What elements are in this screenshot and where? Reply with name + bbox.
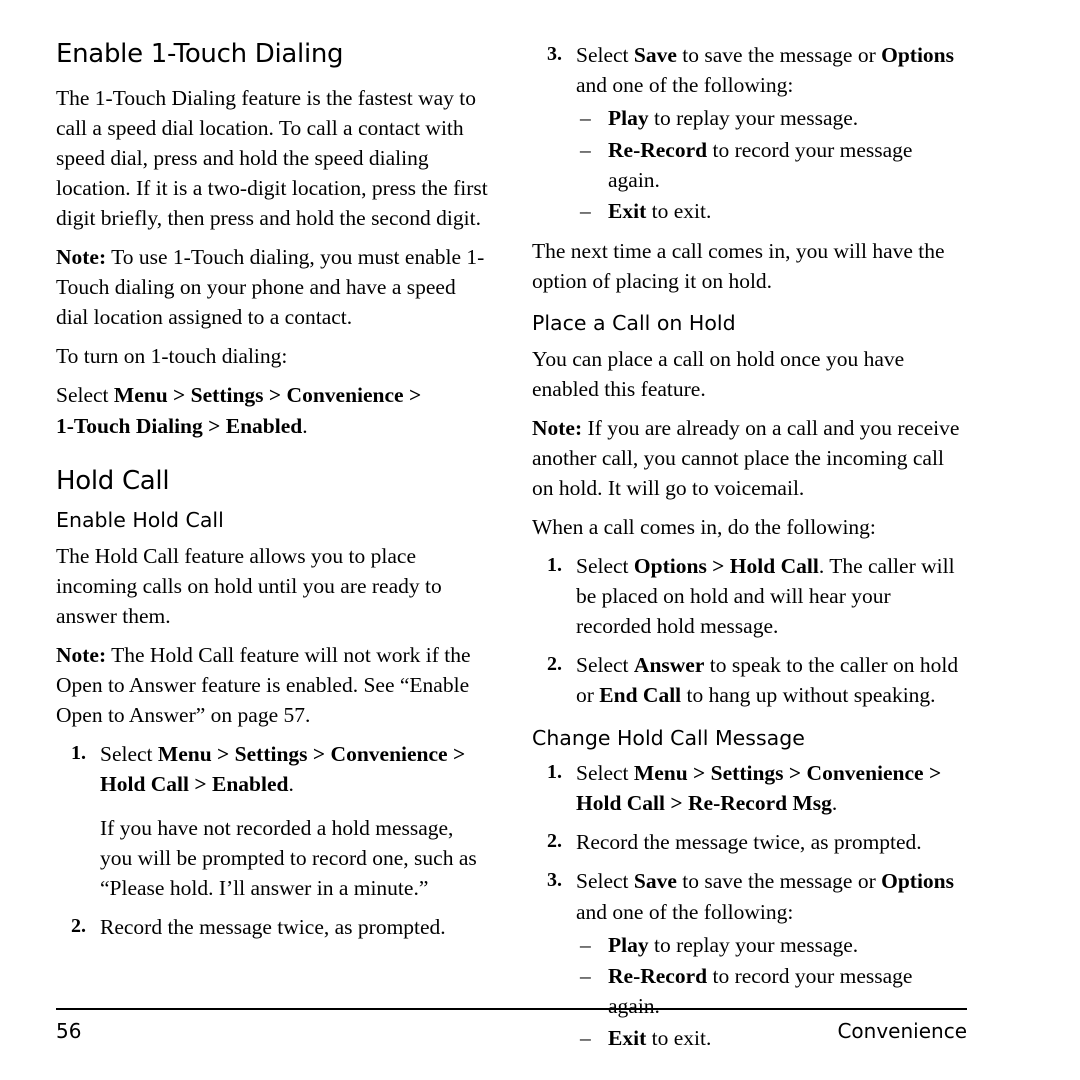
menu-path-period: . bbox=[302, 413, 308, 438]
document-page: Enable 1-Touch Dialing The 1-Touch Diali… bbox=[0, 0, 1080, 1080]
exit-text: to exit. bbox=[646, 199, 712, 224]
step-end-text-3: and one of the following: bbox=[576, 73, 794, 98]
left-column: Enable 1-Touch Dialing The 1-Touch Diali… bbox=[56, 40, 491, 951]
steps-place-call-on-hold: 1. Select Options > Hold Call. The calle… bbox=[532, 551, 967, 710]
step-number: 1. bbox=[71, 742, 86, 765]
paragraph-hold-note: Note: The Hold Call feature will not wor… bbox=[56, 640, 491, 730]
rerecord-label-2: Re-Record bbox=[608, 964, 708, 989]
paragraph-place-call: You can place a call on hold once you ha… bbox=[532, 346, 905, 401]
heading-place-call-on-hold: Place a Call on Hold bbox=[532, 311, 736, 335]
step-mid-c3: to save the message or bbox=[676, 869, 882, 894]
step-number-c2: 2. bbox=[547, 830, 562, 853]
step-mid-text-3: to save the message or bbox=[676, 43, 882, 67]
play-text: to replay your message. bbox=[648, 106, 859, 131]
step-number-r1: 1. bbox=[547, 554, 562, 577]
step-select-word: Select bbox=[100, 742, 158, 767]
note-label: Note: bbox=[56, 245, 107, 270]
end-call-option: End Call bbox=[599, 683, 682, 708]
footer-divider bbox=[56, 1008, 967, 1010]
paragraph-1touch-intro: The 1-Touch Dialing feature is the faste… bbox=[56, 85, 488, 230]
heading-change-hold-call-message: Change Hold Call Message bbox=[532, 725, 805, 750]
save-option: Save bbox=[633, 43, 677, 67]
menu-path-c1-period: . bbox=[831, 791, 838, 816]
exit-label: Exit bbox=[608, 199, 647, 224]
step-number-3: 3. bbox=[547, 43, 562, 65]
step-item-c1: 1. Select Menu > Settings > Convenience … bbox=[532, 758, 967, 818]
steps-enable-hold-call: 1. Select Menu > Settings > Convenience … bbox=[56, 739, 491, 799]
paragraph-place-note: Note: If you are already on a call and y… bbox=[532, 413, 967, 503]
note-text: To use 1-Touch dialing, you must enable … bbox=[56, 245, 485, 330]
step-select-word-r2: Select bbox=[576, 653, 634, 678]
step-end-r2: to hang up without speaking. bbox=[681, 683, 936, 708]
right-column: 3. Select Save to save the message or Op… bbox=[532, 40, 967, 1062]
step-select-word-r1: Select bbox=[576, 554, 634, 579]
options-option: Options bbox=[881, 43, 954, 67]
footer-section-title: Convenience bbox=[837, 1019, 967, 1043]
save-option-2: Save bbox=[633, 869, 677, 894]
dash-marker: – bbox=[580, 106, 591, 131]
play-label-2: Play bbox=[608, 932, 649, 957]
note-text-2: The Hold Call feature will not work if t… bbox=[56, 643, 471, 728]
menu-path-c1-line1: Menu > Settings > Convenience > bbox=[633, 761, 942, 786]
sub-option-play-2: – Play to replay your message. bbox=[576, 931, 967, 961]
menu-path-line1: Menu > Settings > Convenience > bbox=[113, 383, 422, 408]
menu-path-line2: 1-Touch Dialing > Enabled bbox=[56, 413, 303, 438]
page-number: 56 bbox=[56, 1019, 82, 1043]
dash-marker-6: – bbox=[580, 1025, 591, 1050]
step-text-c2: Record the message twice, as prompted. bbox=[576, 830, 922, 855]
step-number-2: 2. bbox=[71, 914, 86, 937]
step-item-2: 2. Record the message twice, as prompted… bbox=[56, 912, 491, 942]
step-menu-path-line1: Menu > Settings > Convenience > bbox=[157, 742, 466, 767]
heading-hold-call: Hold Call bbox=[56, 465, 170, 496]
step-item-r1: 1. Select Options > Hold Call. The calle… bbox=[532, 551, 967, 641]
dash-marker-5: – bbox=[580, 964, 591, 989]
sub-option-play: – Play to replay your message. bbox=[576, 104, 967, 134]
sub-option-exit: – Exit to exit. bbox=[576, 197, 967, 227]
dash-marker-3: – bbox=[580, 199, 591, 224]
step-item-1: 1. Select Menu > Settings > Convenience … bbox=[56, 739, 491, 799]
answer-option: Answer bbox=[633, 653, 705, 678]
step-number-c1: 1. bbox=[547, 761, 562, 784]
paragraph-hold-feature: The Hold Call feature allows you to plac… bbox=[56, 543, 442, 628]
steps-record-message-top: 3. Select Save to save the message or Op… bbox=[532, 40, 967, 227]
note-text-3: If you are already on a call and you rec… bbox=[532, 415, 960, 500]
options-hold-call-path: Options > Hold Call bbox=[633, 554, 819, 579]
step-item-r2: 2. Select Answer to speak to the caller … bbox=[532, 650, 967, 710]
step-item-c2: 2. Record the message twice, as prompted… bbox=[532, 827, 967, 857]
rerecord-label: Re-Record bbox=[608, 137, 708, 162]
paragraph-turn-on: To turn on 1-touch dialing: bbox=[56, 344, 288, 369]
select-word: Select bbox=[56, 383, 109, 408]
exit-text-2: to exit. bbox=[646, 1025, 712, 1050]
paragraph-next-time: The next time a call comes in, you will … bbox=[532, 238, 945, 293]
step-path-period: . bbox=[288, 772, 294, 797]
step-select-word-c3: Select bbox=[576, 869, 634, 894]
sub-option-rerecord-2: – Re-Record to record your message again. bbox=[576, 962, 967, 1021]
note-label-2: Note: bbox=[56, 643, 107, 668]
sub-option-rerecord: – Re-Record to record your message again. bbox=[576, 136, 967, 195]
step-select-word-c1: Select bbox=[576, 761, 634, 786]
heading-enable-hold-call: Enable Hold Call bbox=[56, 508, 224, 533]
paragraph-when-call-comes-in: When a call comes in, do the following: bbox=[532, 515, 876, 540]
menu-path-1touch: Select Menu > Settings > Convenience > 1-… bbox=[56, 380, 491, 440]
exit-label-2: Exit bbox=[608, 1025, 647, 1050]
step-select-word-3: Select bbox=[576, 43, 634, 67]
dash-marker-2: – bbox=[580, 137, 591, 162]
step-item-3: 3. Select Save to save the message or Op… bbox=[532, 40, 967, 227]
dash-marker-4: – bbox=[580, 932, 591, 957]
step-number-r2: 2. bbox=[547, 653, 562, 676]
step-1-body-text: If you have not recorded a hold message,… bbox=[100, 815, 477, 900]
note-label-3: Note: bbox=[532, 415, 583, 440]
step-menu-path-line2: Hold Call > Enabled bbox=[100, 772, 289, 797]
step-end-c3: and one of the following: bbox=[576, 899, 794, 924]
heading-enable-1touch-dialing: Enable 1-Touch Dialing bbox=[56, 39, 344, 69]
sub-options-list-top: – Play to replay your message. – Re-Record… bbox=[576, 104, 967, 227]
play-label: Play bbox=[608, 106, 649, 131]
steps-enable-hold-call-continued: 2. Record the message twice, as prompted… bbox=[56, 912, 491, 942]
step-text-2: Record the message twice, as prompted. bbox=[100, 914, 446, 939]
options-option-2: Options bbox=[881, 869, 954, 894]
play-text-2: to replay your message. bbox=[648, 932, 859, 957]
step-number-c3: 3. bbox=[547, 869, 562, 892]
paragraph-1touch-note: Note: To use 1-Touch dialing, you must e… bbox=[56, 242, 491, 332]
menu-path-c1-line2: Hold Call > Re-Record Msg bbox=[576, 791, 832, 816]
